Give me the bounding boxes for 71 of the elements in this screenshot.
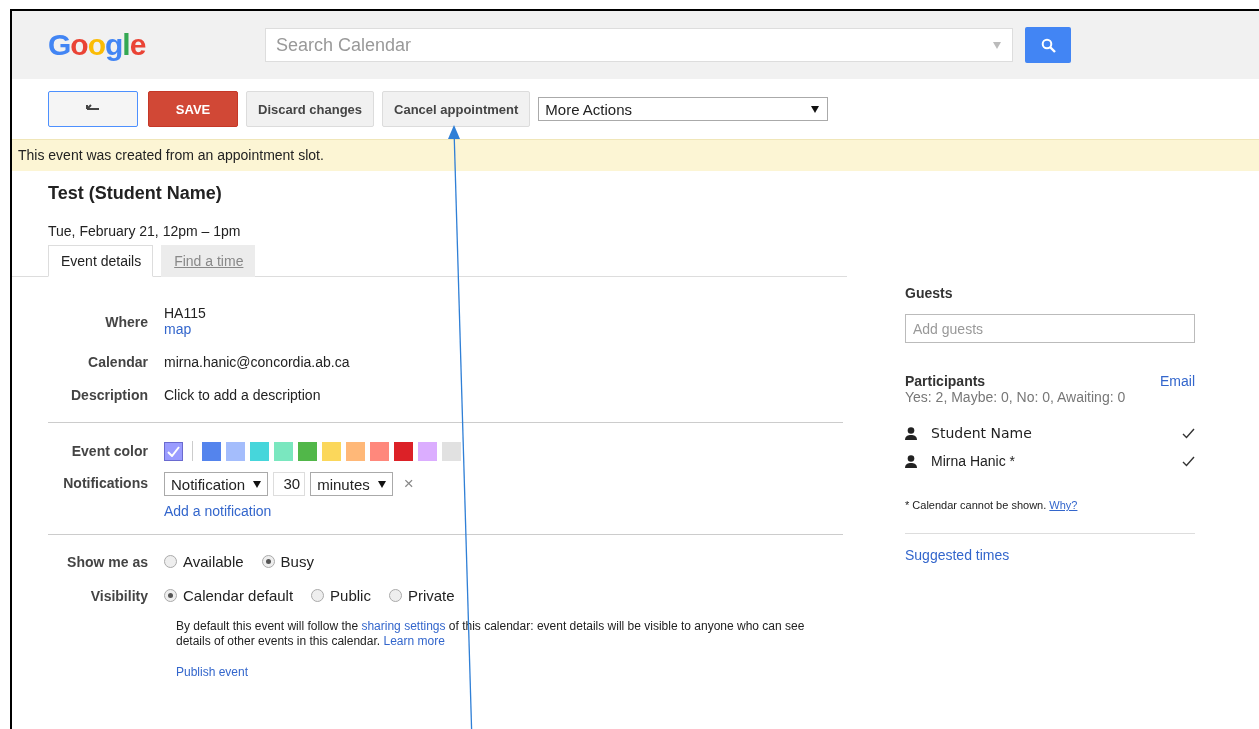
radio-option[interactable]: Calendar default (164, 587, 294, 604)
caret-icon (377, 480, 386, 488)
time-unit-dropdown[interactable]: minutes (310, 472, 393, 496)
add-guests-field[interactable]: Add guests (905, 314, 1195, 343)
publish-event-link[interactable]: Publish event (176, 665, 249, 679)
tab[interactable]: Event details (48, 245, 154, 277)
email-link[interactable]: Email (1160, 373, 1195, 389)
color-swatch[interactable] (250, 441, 269, 461)
event-title: Test (Student Name) (48, 183, 223, 205)
remove-notification-button[interactable]: × (403, 474, 414, 494)
search-field[interactable]: Search Calendar (265, 28, 1013, 62)
participant-name: Mirna Hanic * (931, 453, 1017, 469)
more-actions-dropdown[interactable]: More Actions (538, 97, 829, 121)
field-label: Notifications (62, 475, 149, 491)
checkmark-icon (167, 445, 180, 457)
notification-amount-field[interactable]: 30 (273, 472, 306, 496)
color-swatch[interactable] (394, 441, 413, 461)
caret-icon (993, 42, 1001, 49)
field-label: Visibility (89, 587, 149, 604)
radio-button[interactable] (388, 589, 402, 602)
selected-color-swatch[interactable] (164, 441, 183, 461)
radio-option[interactable]: Public (311, 587, 371, 604)
color-swatch[interactable] (418, 441, 437, 461)
radio-option[interactable]: Busy (261, 553, 314, 570)
field-label: Where (104, 314, 149, 330)
radio-button[interactable] (311, 589, 325, 602)
color-swatch[interactable] (370, 441, 389, 461)
back-button[interactable] (48, 91, 138, 127)
calendar-email: mirna.hanic@concordia.ab.ca (164, 354, 350, 370)
radio-option[interactable]: Available (164, 553, 244, 570)
calendar-footnote: * Calendar cannot be shown. Why? (905, 499, 1079, 511)
radio-option[interactable]: Private (388, 587, 455, 604)
field-label: Description (70, 387, 149, 403)
radio-button[interactable] (261, 555, 275, 568)
color-swatch[interactable] (346, 441, 365, 461)
description-field[interactable]: Click to add a description (164, 387, 321, 403)
participants-heading: Participants (905, 373, 986, 389)
search-icon (1040, 37, 1056, 53)
text-link[interactable]: sharing settings (361, 619, 446, 633)
search-button[interactable] (1025, 27, 1071, 63)
caret-icon (811, 105, 820, 113)
caret-icon (253, 480, 262, 488)
toolbar-button[interactable]: Cancel appointment (382, 91, 531, 127)
event-date-time: Tue, February 21, 12pm – 1pm (48, 223, 242, 239)
color-swatch[interactable] (274, 441, 293, 461)
notification-type-dropdown[interactable]: Notification (164, 472, 269, 496)
google-logo: Google (48, 28, 147, 62)
map-link[interactable]: map (164, 321, 192, 337)
person-icon (905, 454, 917, 468)
save-button[interactable]: SAVE (148, 91, 238, 127)
participant-name: Student Name (931, 425, 1033, 441)
why-link[interactable]: Why? (1049, 499, 1078, 511)
color-swatch[interactable] (202, 441, 221, 461)
person-icon (905, 426, 917, 440)
field-label: Show me as (66, 553, 149, 570)
response-summary: Yes: 2, Maybe: 0, No: 0, Awaiting: 0 (905, 389, 1127, 405)
info-banner: This event was created from an appointment slot. (12, 139, 1259, 171)
location-text: HA115 (164, 305, 206, 321)
suggested-times-link[interactable]: Suggested times (905, 547, 1010, 563)
color-swatch[interactable] (226, 441, 245, 461)
guests-heading: Guests (905, 285, 954, 301)
color-swatch[interactable] (322, 441, 341, 461)
radio-button[interactable] (164, 555, 177, 568)
color-swatch[interactable] (442, 441, 461, 461)
text-link[interactable]: Learn more (383, 634, 445, 648)
color-swatch[interactable] (298, 441, 317, 461)
field-label: Event color (70, 443, 149, 459)
field-label: Calendar (87, 354, 149, 370)
radio-button[interactable] (164, 589, 177, 602)
add-notification-link[interactable]: Add a notification (164, 503, 272, 519)
toolbar-button[interactable]: Discard changes (246, 91, 375, 127)
